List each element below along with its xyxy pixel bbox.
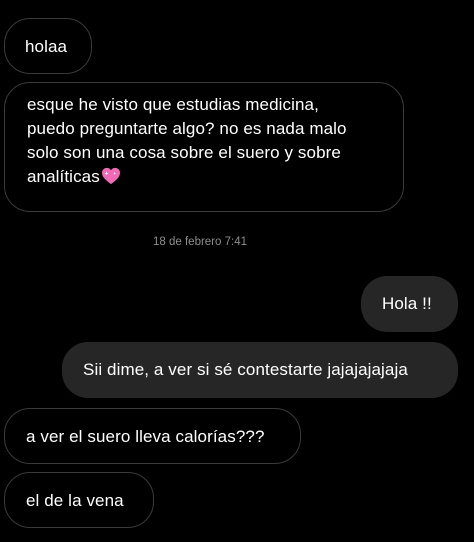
message-text: analíticas: [27, 167, 100, 186]
sparkling-heart-icon: [101, 167, 120, 185]
message-bubble-sent[interactable]: Sii dime, a ver si sé contestarte jajaja…: [62, 342, 458, 398]
message-bubble-received[interactable]: a ver el suero lleva calorías???: [4, 408, 301, 464]
message-bubble-received[interactable]: el de la vena: [4, 472, 154, 528]
message-text-line: puedo preguntarte algo? no es nada malo: [27, 119, 347, 138]
message-text: holaa: [25, 37, 68, 56]
message-text: Sii dime, a ver si sé contestarte jajaja…: [83, 360, 408, 379]
message-bubble-received[interactable]: holaa: [4, 18, 92, 74]
message-bubble-sent[interactable]: Hola !!: [361, 276, 458, 332]
message-timestamp: 18 de febrero 7:41: [153, 236, 247, 248]
message-text: a ver el suero lleva calorías???: [26, 427, 265, 446]
message-text: Hola !!: [382, 294, 432, 313]
message-text-line-last: analíticas: [27, 165, 403, 189]
message-text-line: esque he visto que estudias medicina,: [27, 95, 319, 114]
message-text: el de la vena: [26, 491, 124, 510]
message-bubble-received[interactable]: esque he visto que estudias medicina, pu…: [4, 82, 404, 212]
message-text-line: solo son una cosa sobre el suero y sobre: [27, 143, 341, 162]
